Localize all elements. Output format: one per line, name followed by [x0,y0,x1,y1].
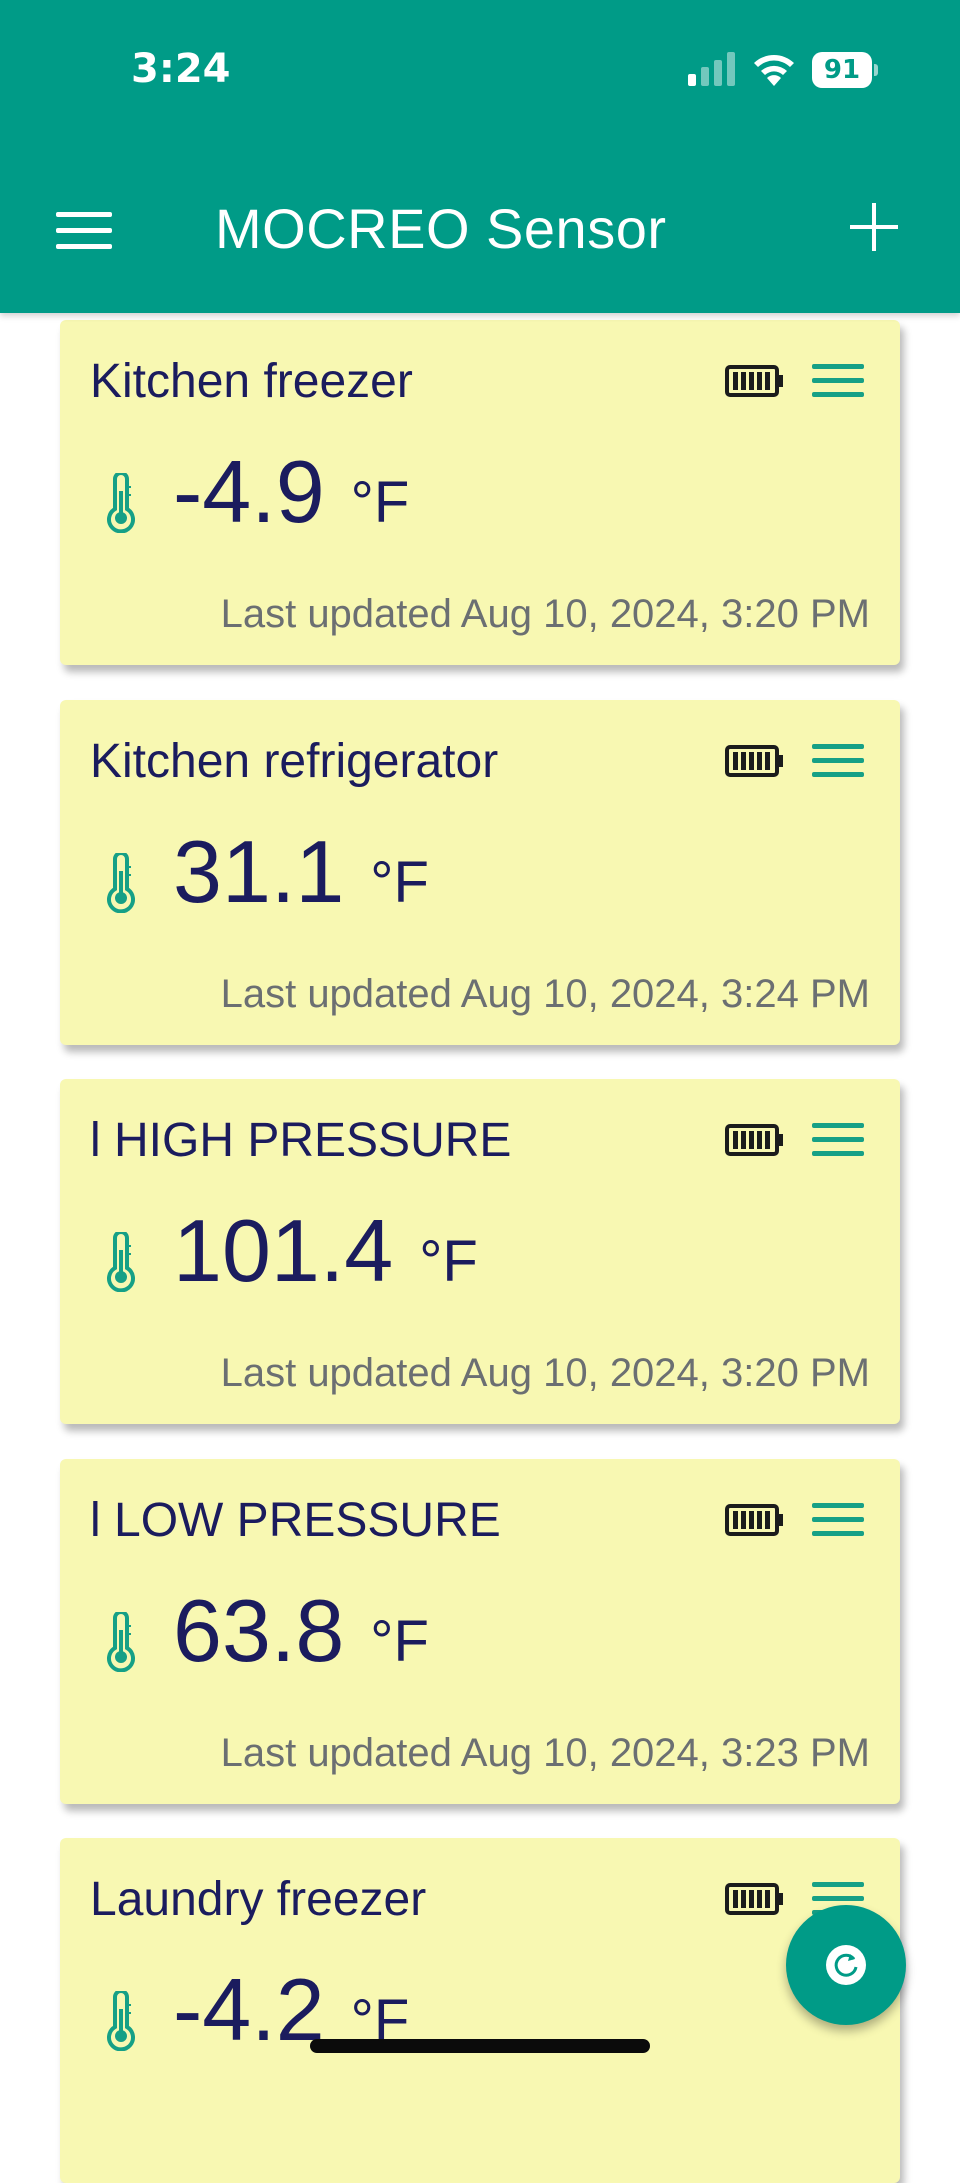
sensor-card[interactable]: Kitchen refrigerator 31.1 °F Last updated… [60,700,900,1045]
temperature-unit: °F [370,1609,429,1674]
temperature-unit: °F [350,470,410,535]
battery-full-icon [725,745,783,777]
add-sensor-button[interactable] [850,203,898,251]
last-updated-text: Last updated Aug 10, 2024, 3:24 PM [220,972,870,1016]
last-updated-text: Last updated Aug 10, 2024, 3:20 PM [220,592,870,636]
thermometer-icon [107,1612,135,1672]
page-title: MOCREO Sensor [215,197,667,260]
sensor-name: Laundry freezer [90,1873,427,1926]
sensor-name: l HIGH PRESSURE [90,1114,512,1167]
temperature-number: -4.2 [173,1960,325,2059]
home-indicator[interactable] [310,2039,650,2053]
temperature-value: 101.4 °F [173,1207,478,1295]
temperature-value: 63.8 °F [173,1587,429,1675]
sensor-name: l LOW PRESSURE [90,1494,501,1547]
cellular-signal-icon [688,52,735,86]
status-time: 3:24 [131,46,231,92]
thermometer-icon [107,473,135,533]
sensor-menu-icon[interactable] [812,364,864,398]
temperature-number: 31.1 [173,822,345,921]
sensor-card[interactable]: Laundry freezer -4.2 °F [60,1838,900,2183]
last-updated-text: Last updated Aug 10, 2024, 3:23 PM [220,1731,870,1775]
refresh-icon [826,1945,866,1985]
sensor-menu-icon[interactable] [812,744,864,778]
sensor-menu-icon[interactable] [812,1123,864,1157]
sensor-card[interactable]: l LOW PRESSURE 63.8 °F Last updated Aug 1… [60,1459,900,1804]
battery-percent: 91 [812,52,872,88]
thermometer-icon [107,1991,135,2051]
sensor-card[interactable]: Kitchen freezer -4.9 °F Last updated Aug … [60,320,900,665]
sensor-menu-icon[interactable] [812,1503,864,1537]
battery-full-icon [725,1124,783,1156]
sensor-card[interactable]: l HIGH PRESSURE 101.4 °F Last updated Aug… [60,1079,900,1424]
wifi-icon [754,55,794,86]
temperature-number: 63.8 [173,1581,345,1680]
temperature-number: -4.9 [173,442,325,541]
temperature-unit: °F [370,850,429,915]
temperature-value: 31.1 °F [173,828,429,916]
temperature-value: -4.9 °F [173,448,409,536]
sensor-name: Kitchen refrigerator [90,735,499,788]
status-battery-icon: 91 [812,52,878,88]
thermometer-icon [107,1232,135,1292]
refresh-button[interactable] [786,1905,906,2025]
app-header: 3:24 91 MOCREO Sensor [0,0,960,313]
battery-full-icon [725,1883,783,1915]
temperature-number: 101.4 [173,1201,394,1300]
last-updated-text: Last updated Aug 10, 2024, 3:20 PM [220,1351,870,1395]
hamburger-menu-icon[interactable] [56,212,112,250]
battery-full-icon [725,365,783,397]
temperature-unit: °F [419,1229,478,1294]
thermometer-icon [107,853,135,913]
battery-full-icon [725,1504,783,1536]
sensor-name: Kitchen freezer [90,355,413,408]
